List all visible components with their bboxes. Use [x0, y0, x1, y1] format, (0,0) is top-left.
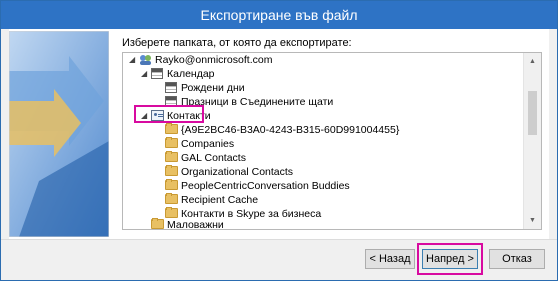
tree-item-junk[interactable]: Маловажни [137, 218, 523, 230]
tree-item-account[interactable]: ◢ Rayko@onmicrosoft.com [125, 53, 523, 67]
folder-icon [165, 179, 178, 190]
tree-scrollbar[interactable]: ▲ ▼ [523, 53, 541, 229]
tree-item-label: Organizational Contacts [181, 166, 294, 178]
folder-icon [151, 218, 164, 229]
tree-item-recipient-cache[interactable]: Recipient Cache [151, 193, 523, 207]
title-bar[interactable]: Експортиране във файл [1, 1, 557, 29]
folder-icon [165, 165, 178, 176]
tree-item-guid-folder[interactable]: {A9E2BC46-B3A0-4243-B315-60D991004455} [151, 123, 523, 137]
scroll-down-icon[interactable]: ▼ [524, 212, 541, 229]
cancel-button[interactable]: Отказ [489, 249, 545, 269]
tree-item-peoplecentric-buddies[interactable]: PeopleCentricConversation Buddies [151, 179, 523, 193]
calendar-icon [165, 82, 177, 93]
tree-item-gal-contacts[interactable]: GAL Contacts [151, 151, 523, 165]
folder-icon [165, 193, 178, 204]
tree-item-label: Рождени дни [181, 82, 245, 94]
folder-icon [165, 151, 178, 162]
folder-icon [165, 207, 178, 218]
tree-item-label: Rayko@onmicrosoft.com [155, 54, 273, 66]
next-button-highlight [417, 243, 483, 275]
scroll-up-icon[interactable]: ▲ [524, 53, 541, 70]
dialog-title: Експортиране във файл [200, 7, 358, 23]
tree-item-label: Маловажни [167, 219, 224, 230]
folder-icon [165, 123, 178, 134]
folder-tree[interactable]: ◢ Rayko@onmicrosoft.com ◢ Календар Рожде… [122, 52, 542, 230]
collapse-arrow-icon[interactable]: ◢ [129, 53, 135, 67]
export-dialog: Експортиране във файл Изберете папката, … [0, 0, 558, 281]
tree-item-label: Календар [167, 68, 215, 80]
folder-prompt-label: Изберете папката, от която да експортира… [122, 37, 352, 49]
footer-divider [1, 239, 557, 240]
tree-item-us-holidays[interactable]: Празници в Съединените щати [151, 95, 523, 109]
collapse-arrow-icon[interactable]: ◢ [141, 67, 147, 81]
account-icon [140, 55, 151, 65]
wizard-banner-image [9, 31, 109, 237]
tree-item-label: Recipient Cache [181, 194, 259, 206]
tree-item-label: PeopleCentricConversation Buddies [181, 180, 350, 192]
tree-item-label: GAL Contacts [181, 152, 246, 164]
tree-item-label: {A9E2BC46-B3A0-4243-B315-60D991004455} [181, 124, 400, 136]
tree-item-calendar[interactable]: ◢ Календар [137, 67, 523, 81]
tree-item-label: Companies [181, 138, 235, 150]
back-button[interactable]: < Назад [365, 249, 415, 269]
tree-item-organizational-contacts[interactable]: Organizational Contacts [151, 165, 523, 179]
contacts-highlight [134, 105, 204, 123]
folder-icon [165, 137, 178, 148]
calendar-icon [151, 68, 163, 79]
tree-item-birthdays[interactable]: Рождени дни [151, 81, 523, 95]
tree-item-companies[interactable]: Companies [151, 137, 523, 151]
scroll-thumb[interactable] [528, 91, 537, 135]
